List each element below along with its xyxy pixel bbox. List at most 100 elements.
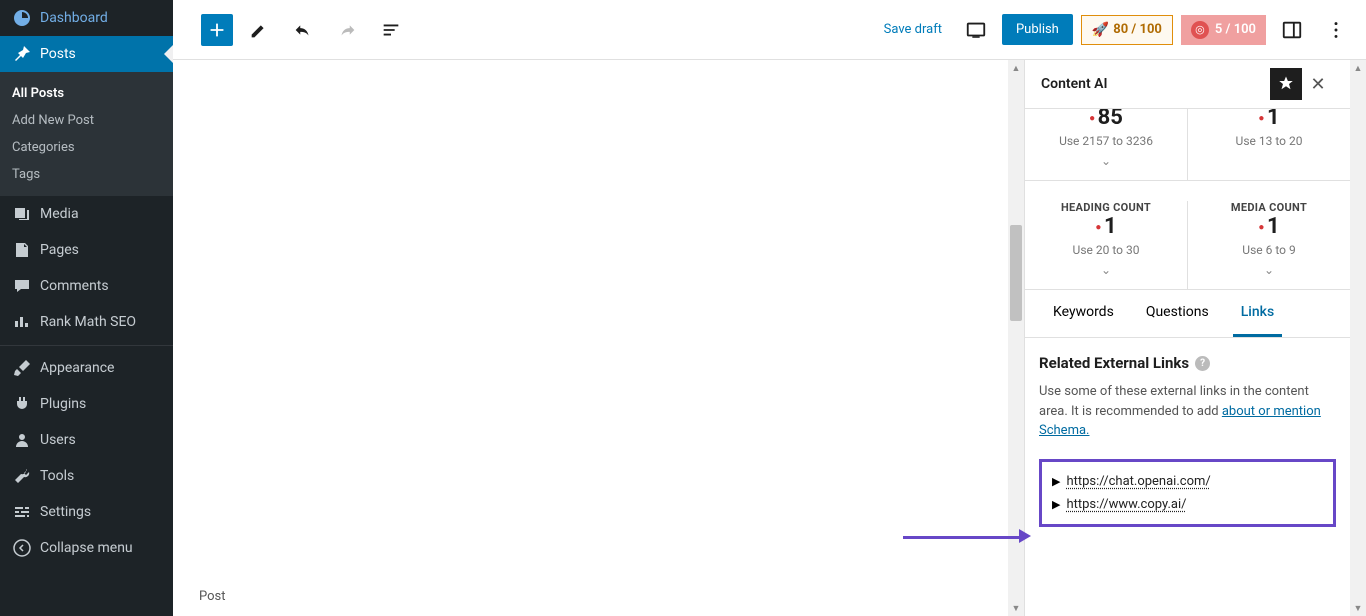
- edit-mode-button[interactable]: [241, 12, 277, 48]
- help-icon[interactable]: ?: [1195, 356, 1210, 371]
- tab-links[interactable]: Links: [1233, 290, 1282, 337]
- sidebar-label-posts: Posts: [40, 46, 76, 62]
- comments-icon: [12, 276, 32, 296]
- sliders-icon: [12, 502, 32, 522]
- sidebar-label-rankmath: Rank Math SEO: [40, 314, 136, 330]
- scroll-up-arrow-icon: ▲: [1350, 60, 1366, 76]
- metric-1-hint: Use 2157 to 3236: [1025, 134, 1187, 148]
- sidebar-label-plugins: Plugins: [40, 396, 86, 412]
- tab-questions[interactable]: Questions: [1138, 290, 1217, 337]
- target-icon: ◎: [1191, 21, 1209, 39]
- pages-icon: [12, 240, 32, 260]
- metric-heading-count: HEADING COUNT 1 Use 20 to 30 ⌄: [1025, 201, 1187, 289]
- sidebar-label-media: Media: [40, 206, 79, 222]
- document-overview-button[interactable]: [373, 12, 409, 48]
- collapse-icon: [12, 538, 32, 558]
- external-links-box: ▶ https://chat.openai.com/ ▶ https://www…: [1039, 459, 1336, 527]
- sidebar-item-pages[interactable]: Pages: [0, 232, 173, 268]
- chevron-down-icon[interactable]: ⌄: [1188, 263, 1350, 277]
- chevron-down-icon[interactable]: ⌄: [1025, 154, 1187, 168]
- sidebar-label-users: Users: [40, 432, 76, 448]
- metric-word-count: 85 Use 2157 to 3236 ⌄: [1025, 109, 1187, 180]
- redo-button[interactable]: [329, 12, 365, 48]
- link-1-text[interactable]: https://chat.openai.com/: [1066, 474, 1210, 489]
- scroll-thumb[interactable]: [1010, 225, 1022, 321]
- posts-submenu: All Posts Add New Post Categories Tags: [0, 72, 173, 196]
- seo-score-badge[interactable]: 🚀 80 / 100: [1081, 15, 1173, 45]
- metric-3-value: 1: [1025, 214, 1187, 239]
- sidebar-label-pages: Pages: [40, 242, 79, 258]
- post-type-label: Post: [199, 589, 226, 604]
- content-ai-score-text: 5 / 100: [1215, 22, 1256, 37]
- plug-icon: [12, 394, 32, 414]
- metric-4-value: 1: [1188, 214, 1350, 239]
- options-menu-button[interactable]: [1318, 12, 1354, 48]
- sidebar-label-comments: Comments: [40, 278, 109, 294]
- triangle-icon: ▶: [1052, 498, 1060, 511]
- metric-media-count: MEDIA COUNT 1 Use 6 to 9 ⌄: [1187, 201, 1350, 289]
- undo-button[interactable]: [285, 12, 321, 48]
- sidebar-item-collapse[interactable]: Collapse menu: [0, 530, 173, 566]
- link-2-text[interactable]: https://www.copy.ai/: [1066, 497, 1186, 512]
- panel-right-scrollbar[interactable]: ▲ ▼: [1350, 60, 1366, 616]
- submenu-all-posts[interactable]: All Posts: [0, 80, 173, 107]
- chevron-down-icon[interactable]: ⌄: [1025, 263, 1187, 277]
- metric-link-count: 1 Use 13 to 20: [1187, 109, 1350, 180]
- star-button[interactable]: [1270, 68, 1302, 100]
- sidebar-item-plugins[interactable]: Plugins: [0, 386, 173, 422]
- metric-3-hint: Use 20 to 30: [1025, 243, 1187, 257]
- submenu-tags[interactable]: Tags: [0, 161, 173, 188]
- triangle-icon: ▶: [1052, 475, 1060, 488]
- metric-4-hint: Use 6 to 9: [1188, 243, 1350, 257]
- panel-body: 85 Use 2157 to 3236 ⌄ 1 Use 13 to 20 HEA…: [1025, 109, 1350, 616]
- settings-sidebar-toggle[interactable]: [1274, 12, 1310, 48]
- publish-button[interactable]: Publish: [1002, 14, 1073, 45]
- sidebar-label-collapse: Collapse menu: [40, 540, 133, 556]
- sidebar-item-posts[interactable]: Posts: [0, 36, 173, 72]
- scroll-up-arrow-icon: ▲: [1008, 60, 1024, 76]
- sidebar-item-users[interactable]: Users: [0, 422, 173, 458]
- brush-icon: [12, 358, 32, 378]
- close-panel-button[interactable]: ✕: [1302, 68, 1334, 100]
- dashboard-icon: [12, 8, 32, 28]
- user-icon: [12, 430, 32, 450]
- submenu-add-new[interactable]: Add New Post: [0, 107, 173, 134]
- tab-keywords[interactable]: Keywords: [1045, 290, 1122, 337]
- add-block-button[interactable]: [201, 14, 233, 46]
- preview-button[interactable]: [958, 12, 994, 48]
- metric-2-value: 1: [1188, 109, 1350, 130]
- metric-4-label: MEDIA COUNT: [1188, 201, 1350, 214]
- metrics-row-1: 85 Use 2157 to 3236 ⌄ 1 Use 13 to 20: [1025, 109, 1350, 181]
- editor-topbar: Save draft Publish 🚀 80 / 100 ◎ 5 / 100: [173, 0, 1366, 60]
- sidebar-item-dashboard[interactable]: Dashboard: [0, 0, 173, 36]
- panel-tabs: Keywords Questions Links: [1025, 290, 1350, 338]
- sidebar-item-settings[interactable]: Settings: [0, 494, 173, 530]
- pin-icon: [12, 44, 32, 64]
- metric-3-label: HEADING COUNT: [1025, 201, 1187, 214]
- panel-title: Content AI: [1041, 76, 1270, 92]
- panel-header: Content AI ✕: [1025, 60, 1350, 109]
- submenu-categories[interactable]: Categories: [0, 134, 173, 161]
- sidebar-item-tools[interactable]: Tools: [0, 458, 173, 494]
- panel-left-scrollbar[interactable]: ▲ ▼: [1008, 60, 1024, 616]
- rocket-icon: 🚀: [1092, 22, 1109, 38]
- sidebar-item-rankmath[interactable]: Rank Math SEO: [0, 304, 173, 340]
- sidebar-item-appearance[interactable]: Appearance: [0, 350, 173, 386]
- media-icon: [12, 204, 32, 224]
- sidebar-item-comments[interactable]: Comments: [0, 268, 173, 304]
- sidebar-label-settings: Settings: [40, 504, 91, 520]
- sidebar-item-media[interactable]: Media: [0, 196, 173, 232]
- wrench-icon: [12, 466, 32, 486]
- save-draft-button[interactable]: Save draft: [884, 22, 942, 37]
- external-link-1[interactable]: ▶ https://chat.openai.com/: [1052, 470, 1323, 493]
- seo-score-text: 80 / 100: [1113, 22, 1162, 37]
- content-ai-score-badge[interactable]: ◎ 5 / 100: [1181, 15, 1266, 45]
- metric-2-hint: Use 13 to 20: [1188, 134, 1350, 148]
- sidebar-label-dashboard: Dashboard: [40, 10, 108, 26]
- section-description: Use some of these external links in the …: [1039, 382, 1336, 441]
- metrics-row-2: HEADING COUNT 1 Use 20 to 30 ⌄ MEDIA COU…: [1025, 181, 1350, 290]
- sidebar-label-appearance: Appearance: [40, 360, 114, 376]
- metric-1-value: 85: [1025, 109, 1187, 130]
- scroll-down-arrow-icon: ▼: [1350, 600, 1366, 616]
- external-link-2[interactable]: ▶ https://www.copy.ai/: [1052, 493, 1323, 516]
